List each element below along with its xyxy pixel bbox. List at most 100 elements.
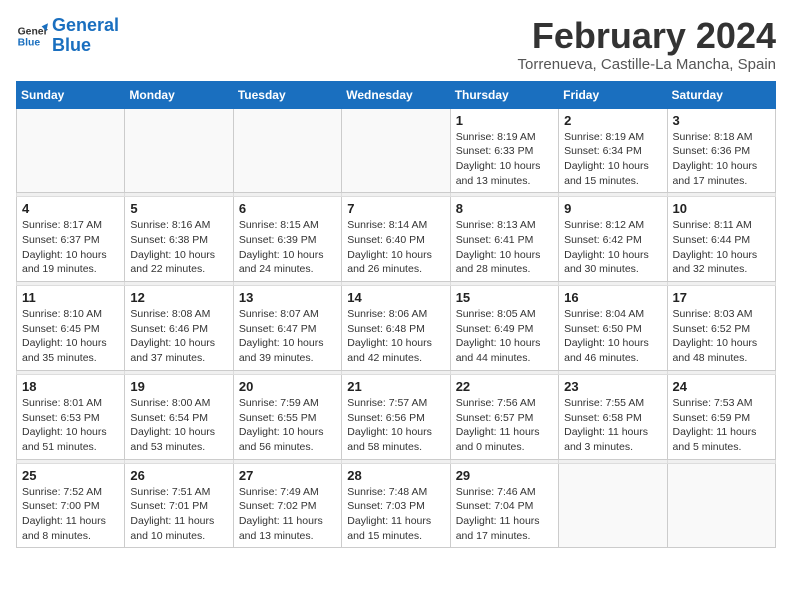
day-info: Sunrise: 8:19 AM Sunset: 6:34 PM Dayligh… [564, 130, 661, 189]
day-info: Sunrise: 7:56 AM Sunset: 6:57 PM Dayligh… [456, 396, 553, 455]
day-number: 9 [564, 201, 661, 216]
day-number: 23 [564, 379, 661, 394]
day-info: Sunrise: 7:59 AM Sunset: 6:55 PM Dayligh… [239, 396, 336, 455]
calendar-cell: 11 Sunrise: 8:10 AM Sunset: 6:45 PM Dayli… [17, 286, 125, 371]
calendar-cell: 3 Sunrise: 8:18 AM Sunset: 6:36 PM Daylig… [667, 108, 775, 193]
day-info: Sunrise: 8:19 AM Sunset: 6:33 PM Dayligh… [456, 130, 553, 189]
day-number: 21 [347, 379, 444, 394]
day-info: Sunrise: 7:48 AM Sunset: 7:03 PM Dayligh… [347, 485, 444, 544]
calendar-cell: 10 Sunrise: 8:11 AM Sunset: 6:44 PM Dayli… [667, 197, 775, 282]
weekday-header-monday: Monday [125, 81, 233, 108]
calendar-cell: 29Sunrise: 7:46 AM Sunset: 7:04 PM Dayli… [450, 463, 558, 548]
day-number: 2 [564, 113, 661, 128]
day-number: 11 [22, 290, 119, 305]
day-info: Sunrise: 8:00 AM Sunset: 6:54 PM Dayligh… [130, 396, 227, 455]
calendar-week-4: 25 Sunrise: 7:52 AM Sunset: 7:00 PM Dayli… [17, 463, 776, 548]
day-info: Sunrise: 7:51 AM Sunset: 7:01 PM Dayligh… [130, 485, 227, 544]
calendar-week-2: 11 Sunrise: 8:10 AM Sunset: 6:45 PM Dayli… [17, 286, 776, 371]
day-info: Sunrise: 8:13 AM Sunset: 6:41 PM Dayligh… [456, 218, 553, 277]
day-info: Sunrise: 8:08 AM Sunset: 6:46 PM Dayligh… [130, 307, 227, 366]
day-number: 4 [22, 201, 119, 216]
calendar-cell: 14 Sunrise: 8:06 AM Sunset: 6:48 PM Dayli… [342, 286, 450, 371]
weekday-header-sunday: Sunday [17, 81, 125, 108]
day-number: 1 [456, 113, 553, 128]
day-number: 25 [22, 468, 119, 483]
calendar-cell: 12 Sunrise: 8:08 AM Sunset: 6:46 PM Dayli… [125, 286, 233, 371]
day-info: Sunrise: 8:11 AM Sunset: 6:44 PM Dayligh… [673, 218, 770, 277]
weekday-header-wednesday: Wednesday [342, 81, 450, 108]
day-number: 16 [564, 290, 661, 305]
calendar-cell: 1 Sunrise: 8:19 AM Sunset: 6:33 PM Daylig… [450, 108, 558, 193]
weekday-header-tuesday: Tuesday [233, 81, 341, 108]
calendar-cell: 8 Sunrise: 8:13 AM Sunset: 6:41 PM Daylig… [450, 197, 558, 282]
day-number: 17 [673, 290, 770, 305]
day-number: 18 [22, 379, 119, 394]
logo: General Blue General Blue [16, 16, 119, 56]
day-info: Sunrise: 7:57 AM Sunset: 6:56 PM Dayligh… [347, 396, 444, 455]
calendar-cell: 7 Sunrise: 8:14 AM Sunset: 6:40 PM Daylig… [342, 197, 450, 282]
calendar-cell [125, 108, 233, 193]
day-info: Sunrise: 8:05 AM Sunset: 6:49 PM Dayligh… [456, 307, 553, 366]
day-info: Sunrise: 8:18 AM Sunset: 6:36 PM Dayligh… [673, 130, 770, 189]
calendar-week-3: 18 Sunrise: 8:01 AM Sunset: 6:53 PM Dayli… [17, 374, 776, 459]
day-info: Sunrise: 8:06 AM Sunset: 6:48 PM Dayligh… [347, 307, 444, 366]
day-number: 14 [347, 290, 444, 305]
calendar-cell: 6 Sunrise: 8:15 AM Sunset: 6:39 PM Daylig… [233, 197, 341, 282]
calendar-title: February 2024 [518, 16, 776, 56]
calendar-cell: 24Sunrise: 7:53 AM Sunset: 6:59 PM Dayli… [667, 374, 775, 459]
day-number: 24 [673, 379, 770, 394]
day-info: Sunrise: 8:16 AM Sunset: 6:38 PM Dayligh… [130, 218, 227, 277]
calendar-cell: 13 Sunrise: 8:07 AM Sunset: 6:47 PM Dayli… [233, 286, 341, 371]
calendar-cell: 16 Sunrise: 8:04 AM Sunset: 6:50 PM Dayli… [559, 286, 667, 371]
calendar-cell: 15 Sunrise: 8:05 AM Sunset: 6:49 PM Dayli… [450, 286, 558, 371]
day-info: Sunrise: 7:55 AM Sunset: 6:58 PM Dayligh… [564, 396, 661, 455]
svg-text:Blue: Blue [18, 37, 41, 48]
title-section: February 2024 Torrenueva, Castille-La Ma… [518, 16, 776, 73]
day-info: Sunrise: 8:14 AM Sunset: 6:40 PM Dayligh… [347, 218, 444, 277]
day-info: Sunrise: 8:04 AM Sunset: 6:50 PM Dayligh… [564, 307, 661, 366]
weekday-header-friday: Friday [559, 81, 667, 108]
calendar-cell: 19Sunrise: 8:00 AM Sunset: 6:54 PM Dayli… [125, 374, 233, 459]
day-info: Sunrise: 8:01 AM Sunset: 6:53 PM Dayligh… [22, 396, 119, 455]
day-info: Sunrise: 8:12 AM Sunset: 6:42 PM Dayligh… [564, 218, 661, 277]
day-info: Sunrise: 7:46 AM Sunset: 7:04 PM Dayligh… [456, 485, 553, 544]
calendar-cell: 17 Sunrise: 8:03 AM Sunset: 6:52 PM Dayli… [667, 286, 775, 371]
day-number: 12 [130, 290, 227, 305]
day-number: 26 [130, 468, 227, 483]
calendar-cell: 23 Sunrise: 7:55 AM Sunset: 6:58 PM Dayli… [559, 374, 667, 459]
day-info: Sunrise: 7:52 AM Sunset: 7:00 PM Dayligh… [22, 485, 119, 544]
calendar-week-0: 1 Sunrise: 8:19 AM Sunset: 6:33 PM Daylig… [17, 108, 776, 193]
calendar-cell: 26 Sunrise: 7:51 AM Sunset: 7:01 PM Dayli… [125, 463, 233, 548]
day-number: 27 [239, 468, 336, 483]
header-row: SundayMondayTuesdayWednesdayThursdayFrid… [17, 81, 776, 108]
day-number: 10 [673, 201, 770, 216]
calendar-cell: 4 Sunrise: 8:17 AM Sunset: 6:37 PM Daylig… [17, 197, 125, 282]
calendar-cell: 2 Sunrise: 8:19 AM Sunset: 6:34 PM Daylig… [559, 108, 667, 193]
calendar-subtitle: Torrenueva, Castille-La Mancha, Spain [518, 56, 776, 73]
calendar-cell: 5 Sunrise: 8:16 AM Sunset: 6:38 PM Daylig… [125, 197, 233, 282]
day-number: 5 [130, 201, 227, 216]
day-info: Sunrise: 8:07 AM Sunset: 6:47 PM Dayligh… [239, 307, 336, 366]
day-info: Sunrise: 8:03 AM Sunset: 6:52 PM Dayligh… [673, 307, 770, 366]
day-number: 6 [239, 201, 336, 216]
day-number: 13 [239, 290, 336, 305]
day-number: 15 [456, 290, 553, 305]
calendar-cell: 21 Sunrise: 7:57 AM Sunset: 6:56 PM Dayli… [342, 374, 450, 459]
header: General Blue General Blue February 2024 … [16, 16, 776, 73]
day-info: Sunrise: 8:15 AM Sunset: 6:39 PM Dayligh… [239, 218, 336, 277]
calendar-week-1: 4 Sunrise: 8:17 AM Sunset: 6:37 PM Daylig… [17, 197, 776, 282]
day-info: Sunrise: 8:10 AM Sunset: 6:45 PM Dayligh… [22, 307, 119, 366]
day-info: Sunrise: 8:17 AM Sunset: 6:37 PM Dayligh… [22, 218, 119, 277]
day-number: 28 [347, 468, 444, 483]
day-number: 8 [456, 201, 553, 216]
calendar-cell [233, 108, 341, 193]
day-number: 7 [347, 201, 444, 216]
calendar-cell: 27Sunrise: 7:49 AM Sunset: 7:02 PM Dayli… [233, 463, 341, 548]
day-number: 3 [673, 113, 770, 128]
calendar-cell: 22Sunrise: 7:56 AM Sunset: 6:57 PM Dayli… [450, 374, 558, 459]
weekday-header-saturday: Saturday [667, 81, 775, 108]
logo-blue: Blue [52, 35, 91, 55]
calendar-table: SundayMondayTuesdayWednesdayThursdayFrid… [16, 81, 776, 549]
calendar-cell: 18 Sunrise: 8:01 AM Sunset: 6:53 PM Dayli… [17, 374, 125, 459]
calendar-cell: 25 Sunrise: 7:52 AM Sunset: 7:00 PM Dayli… [17, 463, 125, 548]
